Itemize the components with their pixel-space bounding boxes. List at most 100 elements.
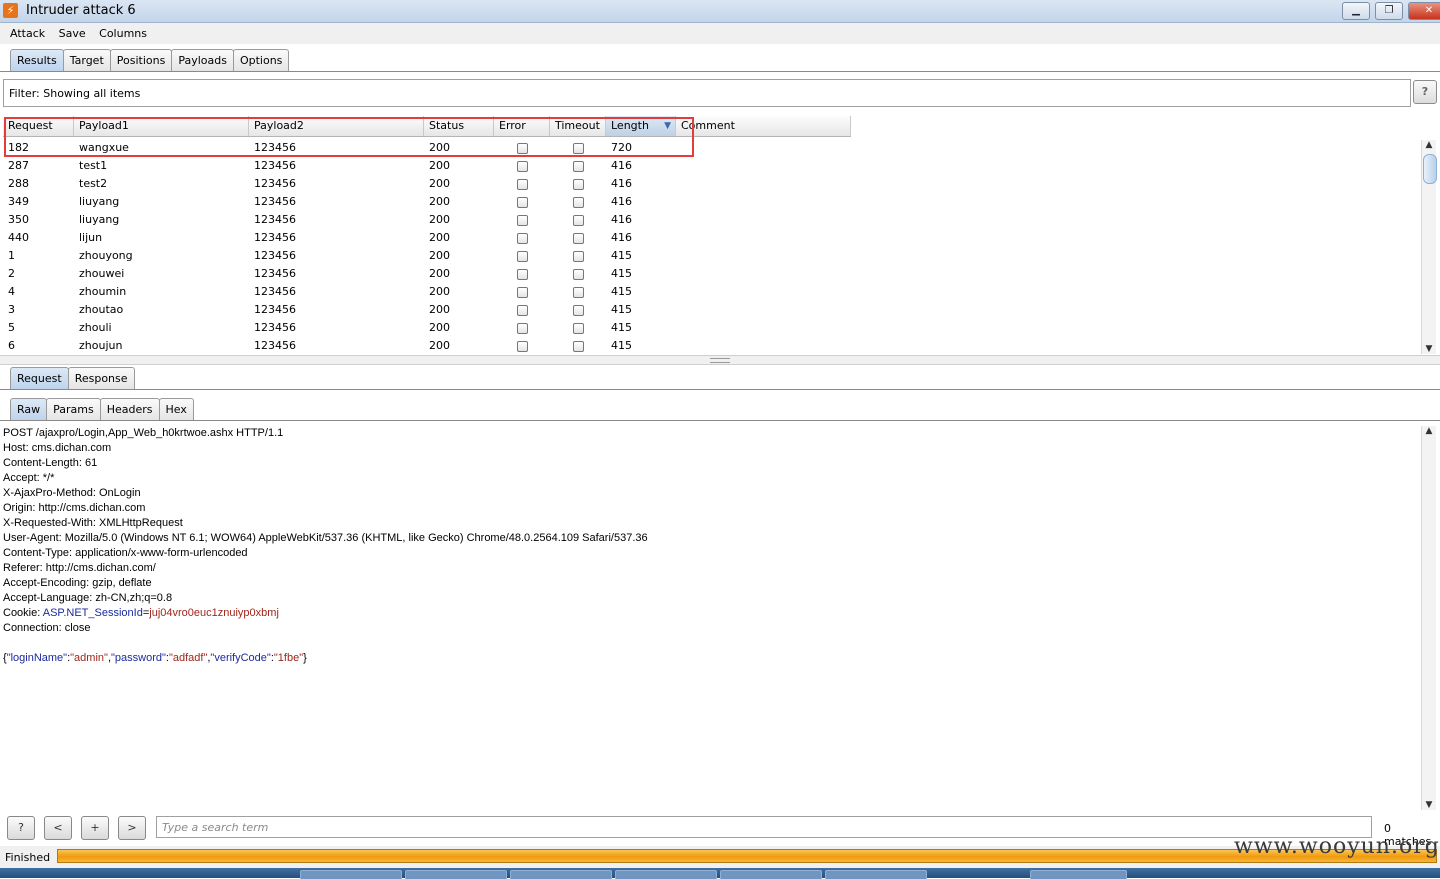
table-row[interactable]: 3 zhoutao 123456 200 415 xyxy=(3,301,851,319)
cell-status: 200 xyxy=(429,195,450,208)
raw-request-editor[interactable]: POST /ajaxpro/Login,App_Web_h0krtwoe.ash… xyxy=(3,426,1419,810)
results-scrollbar[interactable]: ▲ ▼ xyxy=(1421,140,1437,354)
cell-payload2: 123456 xyxy=(254,303,296,316)
tab-hex[interactable]: Hex xyxy=(158,398,194,421)
taskbar xyxy=(0,868,1440,879)
request-line: Origin: http://cms.dichan.com xyxy=(3,502,146,514)
error-checkbox[interactable] xyxy=(517,161,528,172)
table-row[interactable]: 349 liuyang 123456 200 416 xyxy=(3,193,851,211)
tab-request[interactable]: Request xyxy=(10,367,69,390)
table-row[interactable]: 287 test1 123456 200 416 xyxy=(3,157,851,175)
table-row[interactable]: 440 lijun 123456 200 416 xyxy=(3,229,851,247)
add-button[interactable]: + xyxy=(81,816,109,840)
search-help-button[interactable]: ? xyxy=(7,816,35,840)
table-row[interactable]: 4 zhoumin 123456 200 415 xyxy=(3,283,851,301)
tab-raw[interactable]: Raw xyxy=(10,398,48,421)
close-button[interactable]: ✕ xyxy=(1408,2,1440,20)
error-checkbox[interactable] xyxy=(517,233,528,244)
tab-positions[interactable]: Positions xyxy=(109,49,173,72)
raw-scroll-up-icon[interactable]: ▲ xyxy=(1422,426,1436,436)
cell-length: 416 xyxy=(611,177,632,190)
tab-payloads[interactable]: Payloads xyxy=(171,49,234,72)
timeout-checkbox[interactable] xyxy=(573,251,584,262)
window-title: Intruder attack 6 xyxy=(26,3,136,18)
cell-payload2: 123456 xyxy=(254,249,296,262)
error-checkbox[interactable] xyxy=(517,323,528,334)
cell-request: 288 xyxy=(8,177,29,190)
cell-payload1: zhouli xyxy=(79,321,112,334)
cookie-name: ASP.NET_SessionId xyxy=(42,607,143,619)
timeout-checkbox[interactable] xyxy=(573,323,584,334)
tab-headers[interactable]: Headers xyxy=(99,398,160,421)
timeout-checkbox[interactable] xyxy=(573,305,584,316)
menu-save[interactable]: Save xyxy=(59,23,86,44)
table-row[interactable]: 2 zhouwei 123456 200 415 xyxy=(3,265,851,283)
scroll-up-icon[interactable]: ▲ xyxy=(1422,140,1436,150)
timeout-checkbox[interactable] xyxy=(573,287,584,298)
error-checkbox[interactable] xyxy=(517,341,528,352)
cell-request: 440 xyxy=(8,231,29,244)
raw-scrollbar[interactable]: ▲ ▼ xyxy=(1421,426,1436,810)
cookie-line: Cookie: ASP.NET_SessionId=juj04vro0euc1z… xyxy=(3,606,1419,621)
cell-payload2: 123456 xyxy=(254,339,296,352)
menu-columns[interactable]: Columns xyxy=(99,23,147,44)
error-checkbox[interactable] xyxy=(517,305,528,316)
tab-params[interactable]: Params xyxy=(46,398,101,421)
column-comment[interactable]: Comment xyxy=(676,116,851,136)
tab-target[interactable]: Target xyxy=(62,49,111,72)
title-bar: ⚡ Intruder attack 6 ▁ ❐ ✕ xyxy=(0,0,1440,23)
request-line: Content-Type: application/x-www-form-url… xyxy=(3,547,248,559)
search-field[interactable] xyxy=(156,816,1372,838)
table-row[interactable]: 350 liuyang 123456 200 416 xyxy=(3,211,851,229)
timeout-checkbox[interactable] xyxy=(573,161,584,172)
timeout-checkbox[interactable] xyxy=(573,233,584,244)
timeout-checkbox[interactable] xyxy=(573,269,584,280)
error-checkbox[interactable] xyxy=(517,197,528,208)
error-checkbox[interactable] xyxy=(517,269,528,280)
scroll-thumb[interactable] xyxy=(1423,154,1437,184)
table-row[interactable]: 288 test2 123456 200 416 xyxy=(3,175,851,193)
raw-scroll-down-icon[interactable]: ▼ xyxy=(1422,800,1436,810)
pane-splitter[interactable] xyxy=(0,355,1440,365)
minimize-button[interactable]: ▁ xyxy=(1342,2,1370,20)
error-checkbox[interactable] xyxy=(517,215,528,226)
tab-divider xyxy=(0,71,1440,72)
filter-help-button[interactable]: ? xyxy=(1413,80,1437,104)
cell-payload2: 123456 xyxy=(254,285,296,298)
json-punct: } xyxy=(303,652,307,664)
tab-options[interactable]: Options xyxy=(232,49,290,72)
table-row[interactable]: 1 zhouyong 123456 200 415 xyxy=(3,247,851,265)
error-checkbox[interactable] xyxy=(517,251,528,262)
timeout-checkbox[interactable] xyxy=(573,179,584,190)
table-row[interactable]: 6 zhoujun 123456 200 415 xyxy=(3,337,851,355)
previous-match-button[interactable]: < xyxy=(44,816,72,840)
cell-payload1: lijun xyxy=(79,231,103,244)
menu-attack[interactable]: Attack xyxy=(10,23,45,44)
burp-app-icon: ⚡ xyxy=(3,3,18,18)
next-match-button[interactable]: > xyxy=(118,816,146,840)
timeout-checkbox[interactable] xyxy=(573,341,584,352)
timeout-checkbox[interactable] xyxy=(573,215,584,226)
cell-status: 200 xyxy=(429,249,450,262)
json-key: "verifyCode" xyxy=(210,652,271,664)
detail-tabs: Request Response xyxy=(10,367,135,390)
cell-length: 415 xyxy=(611,339,632,352)
splitter-grip-icon[interactable] xyxy=(710,358,730,363)
cell-request: 2 xyxy=(8,267,15,280)
timeout-checkbox[interactable] xyxy=(573,197,584,208)
filter-bar[interactable]: Filter: Showing all items xyxy=(3,79,1411,107)
scroll-down-icon[interactable]: ▼ xyxy=(1422,344,1436,354)
json-value: "admin" xyxy=(70,652,108,664)
cell-request: 349 xyxy=(8,195,29,208)
error-checkbox[interactable] xyxy=(517,287,528,298)
restore-button[interactable]: ❐ xyxy=(1375,2,1403,20)
tab-response[interactable]: Response xyxy=(67,367,135,390)
cell-request: 4 xyxy=(8,285,15,298)
table-row[interactable]: 5 zhouli 123456 200 415 xyxy=(3,319,851,337)
cell-payload1: zhouyong xyxy=(79,249,133,262)
search-input[interactable] xyxy=(157,817,1362,836)
json-key: "loginName" xyxy=(6,652,68,664)
error-checkbox[interactable] xyxy=(517,179,528,190)
request-line: Host: cms.dichan.com xyxy=(3,442,112,454)
tab-results[interactable]: Results xyxy=(10,49,64,72)
